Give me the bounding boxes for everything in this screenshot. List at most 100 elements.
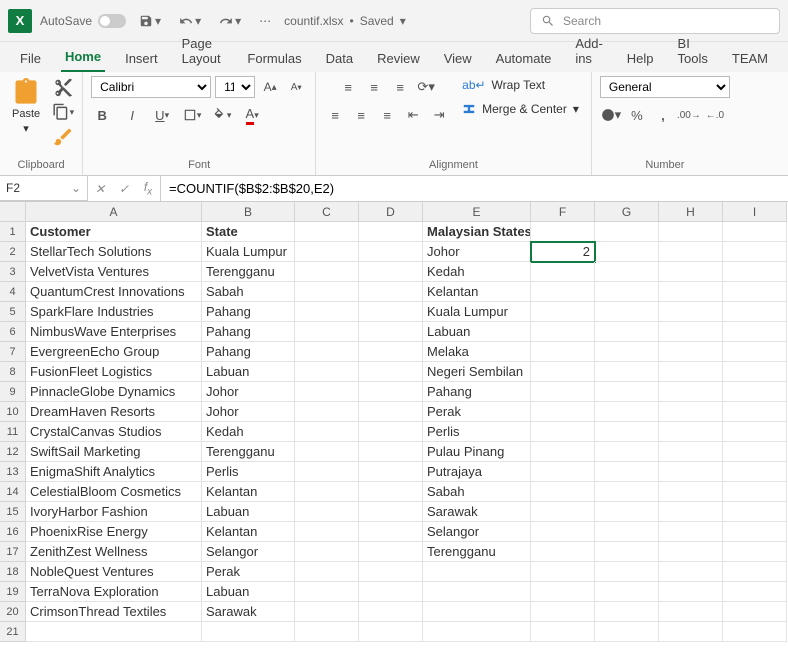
cell-C14[interactable] (295, 482, 359, 502)
bold-button[interactable]: B (91, 104, 113, 126)
cell-B4[interactable]: Sabah (202, 282, 295, 302)
cell-B15[interactable]: Labuan (202, 502, 295, 522)
cell-G9[interactable] (595, 382, 659, 402)
cell-E2[interactable]: Johor (423, 242, 531, 262)
cell-A17[interactable]: ZenithZest Wellness (26, 542, 202, 562)
row-header[interactable]: 5 (0, 302, 26, 322)
qat-more-icon[interactable]: ⋯ (254, 11, 276, 31)
cut-button[interactable] (52, 76, 74, 98)
comma-format-button[interactable]: , (652, 104, 674, 126)
cell-B20[interactable]: Sarawak (202, 602, 295, 622)
decrease-indent-button[interactable]: ⇤ (402, 104, 424, 126)
cell-G3[interactable] (595, 262, 659, 282)
cell-C7[interactable] (295, 342, 359, 362)
tab-review[interactable]: Review (373, 47, 424, 72)
row-header[interactable]: 2 (0, 242, 26, 262)
cell-H11[interactable] (659, 422, 723, 442)
cell-E7[interactable]: Melaka (423, 342, 531, 362)
accounting-format-button[interactable]: ▾ (600, 104, 622, 126)
underline-button[interactable]: U▾ (151, 104, 173, 126)
cell-I4[interactable] (723, 282, 787, 302)
cell-F4[interactable] (531, 282, 595, 302)
cell-B1[interactable]: State (202, 222, 295, 242)
cell-H4[interactable] (659, 282, 723, 302)
cell-D11[interactable] (359, 422, 423, 442)
row-header[interactable]: 8 (0, 362, 26, 382)
cell-H2[interactable] (659, 242, 723, 262)
cell-C11[interactable] (295, 422, 359, 442)
cell-B5[interactable]: Pahang (202, 302, 295, 322)
cell-E1[interactable]: Malaysian States (423, 222, 531, 242)
row-header[interactable]: 16 (0, 522, 26, 542)
cell-I21[interactable] (723, 622, 787, 642)
cell-H6[interactable] (659, 322, 723, 342)
cell-F13[interactable] (531, 462, 595, 482)
cell-D13[interactable] (359, 462, 423, 482)
cell-C13[interactable] (295, 462, 359, 482)
cell-G11[interactable] (595, 422, 659, 442)
fx-button[interactable]: fx (136, 180, 160, 197)
orientation-button[interactable]: ⟳▾ (415, 76, 437, 98)
row-header[interactable]: 20 (0, 602, 26, 622)
cell-G2[interactable] (595, 242, 659, 262)
cell-C16[interactable] (295, 522, 359, 542)
cell-E12[interactable]: Pulau Pinang (423, 442, 531, 462)
cell-F10[interactable] (531, 402, 595, 422)
cell-C4[interactable] (295, 282, 359, 302)
cell-H5[interactable] (659, 302, 723, 322)
cell-E14[interactable]: Sabah (423, 482, 531, 502)
cell-A16[interactable]: PhoenixRise Energy (26, 522, 202, 542)
col-header-A[interactable]: A (26, 202, 202, 222)
cell-D2[interactable] (359, 242, 423, 262)
cell-A5[interactable]: SparkFlare Industries (26, 302, 202, 322)
align-middle-button[interactable]: ≡ (363, 76, 385, 98)
cell-I9[interactable] (723, 382, 787, 402)
cell-I1[interactable] (723, 222, 787, 242)
tab-addins[interactable]: Add-ins (571, 32, 606, 72)
cell-I20[interactable] (723, 602, 787, 622)
cell-B7[interactable]: Pahang (202, 342, 295, 362)
col-header-B[interactable]: B (202, 202, 295, 222)
tab-data[interactable]: Data (322, 47, 357, 72)
cell-I11[interactable] (723, 422, 787, 442)
cell-C19[interactable] (295, 582, 359, 602)
cell-G17[interactable] (595, 542, 659, 562)
cell-D10[interactable] (359, 402, 423, 422)
file-title[interactable]: countif.xlsx • Saved ▾ (284, 14, 406, 28)
formula-input[interactable] (161, 176, 788, 201)
align-bottom-button[interactable]: ≡ (389, 76, 411, 98)
cell-D8[interactable] (359, 362, 423, 382)
percent-format-button[interactable]: % (626, 104, 648, 126)
cell-H13[interactable] (659, 462, 723, 482)
cell-F17[interactable] (531, 542, 595, 562)
cell-H1[interactable] (659, 222, 723, 242)
tab-formulas[interactable]: Formulas (243, 47, 305, 72)
cell-E6[interactable]: Labuan (423, 322, 531, 342)
cell-G7[interactable] (595, 342, 659, 362)
cell-C21[interactable] (295, 622, 359, 642)
cell-D18[interactable] (359, 562, 423, 582)
row-header[interactable]: 1 (0, 222, 26, 242)
autosave-toggle[interactable]: AutoSave (40, 14, 126, 28)
cell-F18[interactable] (531, 562, 595, 582)
cell-G16[interactable] (595, 522, 659, 542)
align-center-button[interactable]: ≡ (350, 104, 372, 126)
col-header-E[interactable]: E (423, 202, 531, 222)
cell-D4[interactable] (359, 282, 423, 302)
cell-H18[interactable] (659, 562, 723, 582)
font-size-select[interactable]: 11 (215, 76, 255, 98)
col-header-G[interactable]: G (595, 202, 659, 222)
cell-C18[interactable] (295, 562, 359, 582)
cell-I3[interactable] (723, 262, 787, 282)
align-top-button[interactable]: ≡ (337, 76, 359, 98)
cell-E10[interactable]: Perak (423, 402, 531, 422)
align-left-button[interactable]: ≡ (324, 104, 346, 126)
cell-A13[interactable]: EnigmaShift Analytics (26, 462, 202, 482)
cell-F21[interactable] (531, 622, 595, 642)
name-box[interactable]: F2 ⌄ (0, 176, 88, 201)
cell-D16[interactable] (359, 522, 423, 542)
cell-I6[interactable] (723, 322, 787, 342)
cell-D12[interactable] (359, 442, 423, 462)
cell-F9[interactable] (531, 382, 595, 402)
cell-I15[interactable] (723, 502, 787, 522)
